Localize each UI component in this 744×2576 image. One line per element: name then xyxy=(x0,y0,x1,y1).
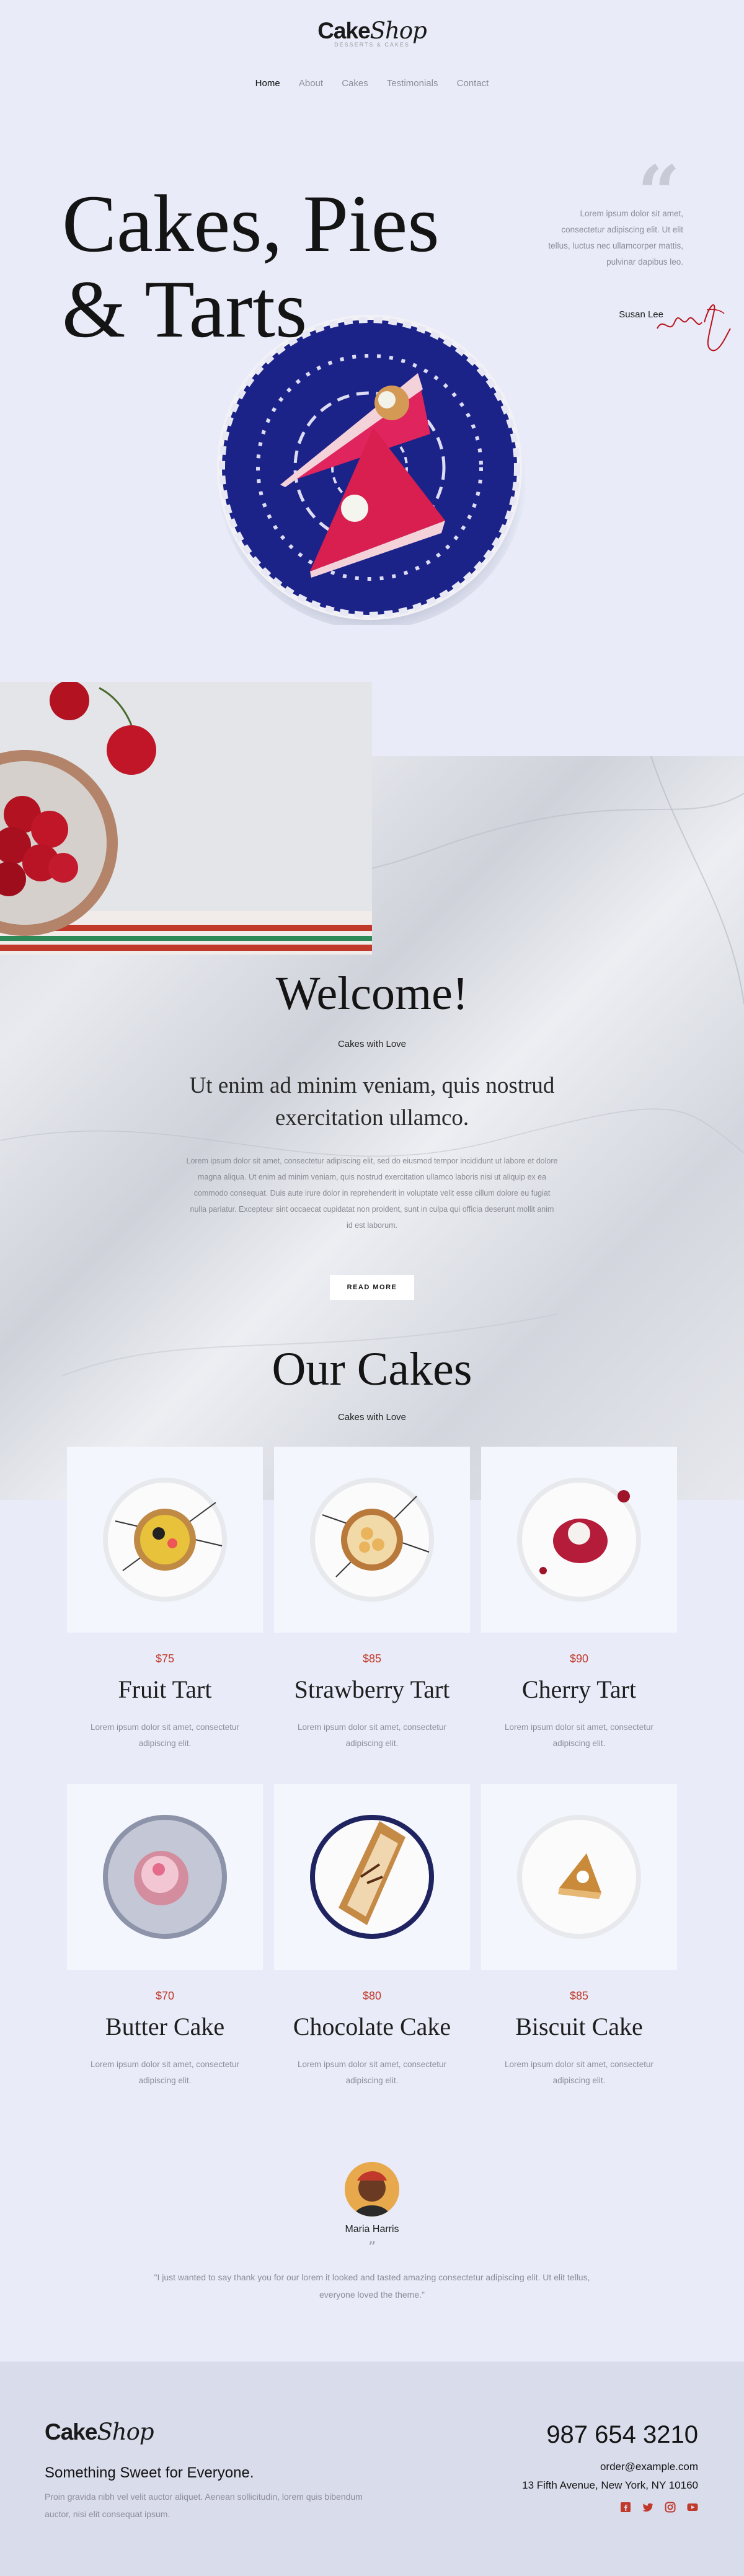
hero-title: Cakes, Pies & Tarts xyxy=(62,181,440,352)
name-biscuit-cake[interactable]: Biscuit Cake xyxy=(481,2012,677,2041)
price-chocolate-cake: $80 xyxy=(362,1990,382,2002)
hero-title-line2: & Tarts xyxy=(62,263,308,355)
desc-fruit-tart: Lorem ipsum dolor sit amet, consectetur … xyxy=(90,1722,240,1748)
hero-pie-plate-image xyxy=(212,310,527,630)
welcome-lead: Ut enim ad minim veniam, quis nostrud ex… xyxy=(189,1073,555,1131)
logo-subtitle: DESSERTS & CAKES xyxy=(334,42,410,48)
welcome-title: Welcome! xyxy=(275,968,469,1020)
footer-text: Proin gravida nibh vel velit auctor aliq… xyxy=(45,2492,363,2519)
price-strawberry-tart: $85 xyxy=(362,1652,382,1665)
desc-strawberry-tart: Lorem ipsum dolor sit amet, consectetur … xyxy=(297,1722,447,1748)
social-links xyxy=(620,2502,698,2513)
testimonial-text: "I just wanted to say thank you for our … xyxy=(154,2272,590,2300)
footer-logo-italic-text: Shop xyxy=(97,2419,154,2445)
footer-logo[interactable]: CakeShop xyxy=(45,2419,154,2445)
nav-cakes[interactable]: Cakes xyxy=(342,78,368,89)
signature-image xyxy=(645,291,738,359)
nav-testimonials[interactable]: Testimonials xyxy=(387,78,438,89)
site-logo[interactable]: CakeShop DESSERTS & CAKES xyxy=(0,17,744,48)
testimonial-quote-icon: ” xyxy=(368,2239,376,2256)
name-cherry-tart[interactable]: Cherry Tart xyxy=(481,1675,677,1704)
cakes-title: Our Cakes xyxy=(272,1343,472,1395)
cherries-bowl-image xyxy=(0,682,372,955)
price-butter-cake: $70 xyxy=(155,1990,175,2002)
read-more-button[interactable]: READ MORE xyxy=(330,1275,414,1300)
fruit-tart-image[interactable] xyxy=(67,1447,263,1633)
logo-italic-text: Shop xyxy=(370,17,427,44)
name-butter-cake[interactable]: Butter Cake xyxy=(67,2012,263,2041)
footer-tagline: Something Sweet for Everyone. xyxy=(45,2464,254,2481)
biscuit-cake-image[interactable] xyxy=(481,1784,677,1970)
desc-biscuit-cake: Lorem ipsum dolor sit amet, consectetur … xyxy=(504,2060,654,2085)
chocolate-cake-image[interactable] xyxy=(274,1784,470,1970)
avatar xyxy=(345,2162,399,2217)
facebook-icon[interactable] xyxy=(620,2502,631,2513)
name-chocolate-cake[interactable]: Chocolate Cake xyxy=(274,2012,470,2041)
instagram-icon[interactable] xyxy=(665,2502,676,2513)
cakes-subtitle: Cakes with Love xyxy=(337,1412,407,1423)
main-nav: Home About Cakes Testimonials Contact xyxy=(0,78,744,89)
strawberry-tart-image[interactable] xyxy=(274,1447,470,1633)
footer-email[interactable]: order@example.com xyxy=(600,2461,698,2473)
logo-main-text: Cake xyxy=(317,18,370,43)
footer-address: 13 Fifth Avenue, New York, NY 10160 xyxy=(522,2479,698,2491)
youtube-icon[interactable] xyxy=(687,2502,698,2513)
cherry-tart-image[interactable] xyxy=(481,1447,677,1633)
hero-quote-text: Lorem ipsum dolor sit amet, consectetur … xyxy=(548,209,683,267)
desc-chocolate-cake: Lorem ipsum dolor sit amet, consectetur … xyxy=(297,2060,447,2085)
nav-contact[interactable]: Contact xyxy=(457,78,489,89)
price-biscuit-cake: $85 xyxy=(569,1990,589,2002)
name-strawberry-tart[interactable]: Strawberry Tart xyxy=(274,1675,470,1704)
desc-cherry-tart: Lorem ipsum dolor sit amet, consectetur … xyxy=(504,1722,654,1748)
testimonial-author: Maria Harris xyxy=(345,2224,399,2234)
twitter-icon[interactable] xyxy=(642,2502,653,2513)
price-fruit-tart: $75 xyxy=(155,1652,175,1665)
hero-title-line1: Cakes, Pies xyxy=(62,178,440,269)
footer: CakeShop Something Sweet for Everyone. P… xyxy=(0,2362,744,2576)
price-cherry-tart: $90 xyxy=(569,1652,589,1665)
welcome-body: Lorem ipsum dolor sit amet, consectetur … xyxy=(186,1157,558,1230)
desc-butter-cake: Lorem ipsum dolor sit amet, consectetur … xyxy=(90,2060,240,2085)
nav-home[interactable]: Home xyxy=(255,78,280,89)
butter-cake-image[interactable] xyxy=(67,1784,263,1970)
nav-about[interactable]: About xyxy=(299,78,323,89)
name-fruit-tart[interactable]: Fruit Tart xyxy=(67,1675,263,1704)
footer-phone[interactable]: 987 654 3210 xyxy=(546,2421,698,2449)
footer-logo-main-text: Cake xyxy=(45,2419,97,2445)
welcome-subtitle: Cakes with Love xyxy=(337,1039,407,1049)
